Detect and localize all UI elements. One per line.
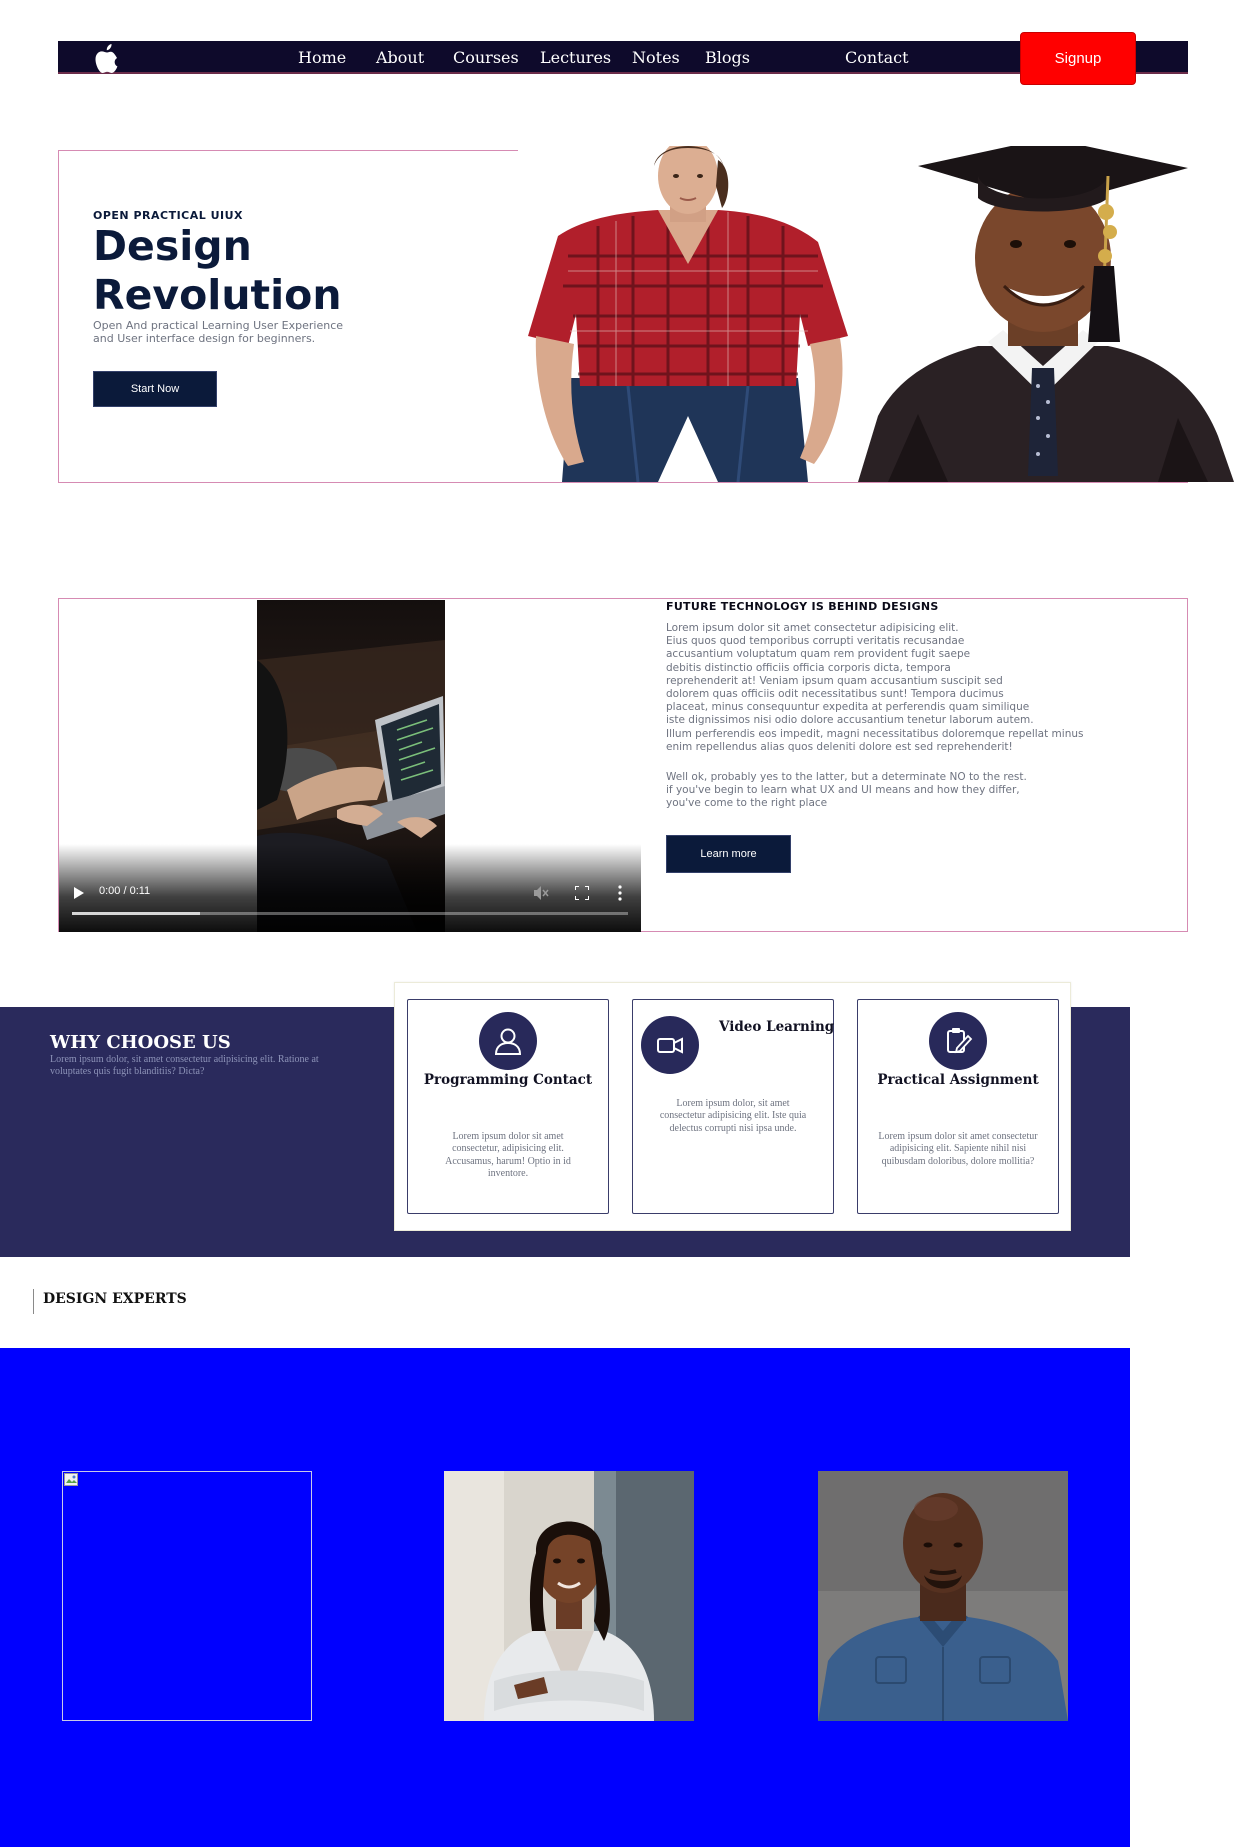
play-icon[interactable] — [74, 887, 84, 899]
section-divider — [33, 1289, 34, 1314]
expert-woman-photo — [444, 1471, 694, 1721]
paragraph-line: Well ok, probably yes to the latter, but… — [666, 771, 1027, 783]
hero-title: Design Revolution — [93, 222, 342, 320]
hero-subtitle: Open And practical Learning User Experie… — [93, 319, 344, 345]
paragraph-line: placeat, minus consequuntur expedita at … — [666, 701, 1030, 714]
user-icon — [479, 1012, 537, 1070]
feature-card-title: Practical Assignment — [877, 1072, 1039, 1088]
hero-eyebrow: OPEN PRACTICAL UIUX — [93, 209, 244, 222]
feature-card-desc: Lorem ipsum dolor, sit amet consectetur … — [659, 1098, 807, 1134]
nav-blogs[interactable]: Blogs — [705, 48, 750, 67]
navbar: Home About Courses Lectures Notes Blogs … — [58, 32, 1188, 85]
nav-courses[interactable]: Courses — [453, 48, 519, 67]
paragraph-line: iste dignissimos nisi odio dolore accusa… — [666, 714, 1034, 727]
feature-card-assignment[interactable]: Practical Assignment Lorem ipsum dolor s… — [857, 999, 1059, 1214]
design-experts-title: DESIGN EXPERTS — [43, 1291, 187, 1307]
paragraph-line: debitis distinctio officiis officia corp… — [666, 661, 951, 674]
start-now-button[interactable]: Start Now — [93, 371, 217, 407]
paragraph-line: you've come to the right place — [666, 797, 828, 810]
video-camera-icon — [641, 1016, 699, 1074]
video-section-title: FUTURE TECHNOLOGY IS BEHIND DESIGNS — [666, 600, 939, 613]
nav-about[interactable]: About — [376, 48, 424, 67]
why-subtitle: Lorem ipsum dolor, sit amet consectetur … — [50, 1054, 319, 1077]
hero-title-line2: Revolution — [93, 271, 342, 319]
paragraph-line: Illum perferendis eos impedit, magni nec… — [666, 727, 1084, 740]
hero-graduate-photo — [858, 146, 1234, 482]
more-options-icon[interactable] — [618, 885, 622, 901]
video-progress-fill — [72, 912, 200, 915]
feature-card-programming[interactable]: Programming Contact Lorem ipsum dolor si… — [407, 999, 609, 1214]
feature-card-video[interactable]: Video Learning Lorem ipsum dolor, sit am… — [632, 999, 834, 1214]
why-title: WHY CHOOSE US — [50, 1032, 231, 1053]
paragraph-line: enim repellendus alias quos deleniti dol… — [666, 740, 1013, 753]
hero-student-photo — [518, 146, 860, 482]
video-section-paragraph-2: Well ok, probably yes to the latter, but… — [666, 771, 1086, 811]
broken-image-icon — [64, 1473, 78, 1486]
feature-card-desc: Lorem ipsum dolor sit amet consectetur a… — [878, 1131, 1038, 1167]
paragraph-line: Eius quos quod temporibus corrupti verit… — [666, 635, 965, 648]
expert-man-photo — [818, 1471, 1068, 1721]
nav-home[interactable]: Home — [298, 48, 346, 67]
learn-more-button[interactable]: Learn more — [666, 835, 791, 873]
signup-button[interactable]: Signup — [1020, 32, 1136, 85]
nav-lectures[interactable]: Lectures — [540, 48, 611, 67]
paragraph-line: reprehenderit at! Veniam ipsum quam accu… — [666, 674, 1003, 687]
video-progress-track[interactable] — [72, 912, 628, 915]
nav-notes[interactable]: Notes — [632, 48, 680, 67]
feature-card-title: Video Learning — [719, 1019, 835, 1035]
clipboard-edit-icon — [929, 1012, 987, 1070]
paragraph-line: accusantium voluptatum quam rem providen… — [666, 648, 971, 661]
volume-muted-icon[interactable] — [534, 886, 549, 900]
hero-title-line1: Design — [93, 222, 252, 270]
paragraph-line: Lorem ipsum dolor sit amet consectetur a… — [666, 622, 959, 634]
video-time: 0:00 / 0:11 — [99, 885, 151, 897]
expert-photo-broken — [62, 1471, 312, 1721]
paragraph-line: if you've begin to learn what UX and UI … — [666, 784, 1020, 797]
feature-card-desc: Lorem ipsum dolor sit amet consectetur, … — [445, 1131, 571, 1179]
nav-contact[interactable]: Contact — [845, 48, 909, 67]
video-player[interactable]: 0:00 / 0:11 — [59, 600, 641, 932]
fullscreen-icon[interactable] — [575, 886, 589, 900]
paragraph-line: dolorem quas officiis odit necessitatibu… — [666, 688, 1004, 701]
video-section-paragraph: Lorem ipsum dolor sit amet consectetur a… — [666, 622, 1116, 754]
feature-card-title: Programming Contact — [423, 1072, 593, 1088]
